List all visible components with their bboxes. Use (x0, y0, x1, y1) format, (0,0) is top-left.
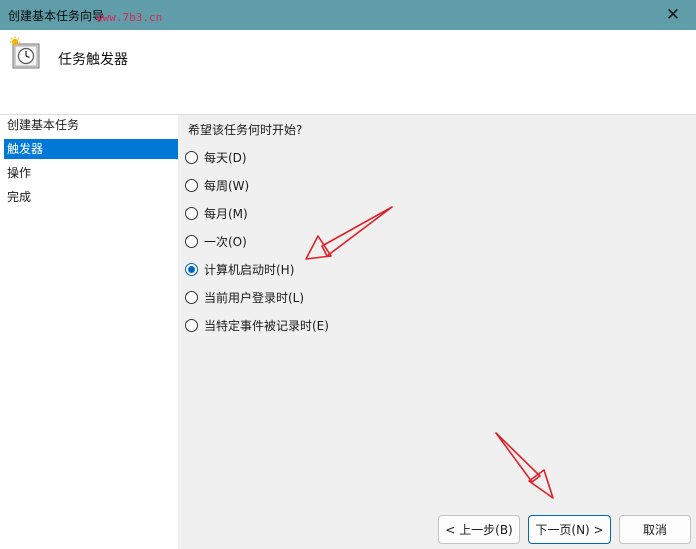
title-bar: 创建基本任务向导 www.7b3.cn ✕ (0, 0, 696, 30)
radio-button[interactable] (185, 178, 198, 192)
trigger-option[interactable]: 当前用户登录时(L) (185, 288, 304, 306)
option-label: 计算机启动时(H) (204, 262, 295, 277)
option-label: 一次(O) (204, 234, 247, 249)
close-button[interactable]: ✕ (650, 0, 696, 30)
trigger-option[interactable]: 一次(O) (185, 232, 247, 250)
trigger-option[interactable]: 每天(D) (185, 148, 247, 166)
radio-button[interactable] (185, 290, 198, 304)
annotation-arrow-option (305, 206, 393, 260)
trigger-question: 希望该任务何时开始? (188, 123, 303, 137)
cancel-button[interactable]: 取消 (619, 515, 691, 544)
clock-icon (9, 36, 40, 69)
step-item: 创建基本任务 (7, 118, 80, 132)
step-item: 操作 (7, 166, 32, 180)
trigger-option[interactable]: 当特定事件被记录时(E) (185, 316, 329, 334)
option-label: 每月(M) (204, 206, 248, 221)
step-item: 触发器 (4, 139, 178, 159)
window-title: 创建基本任务向导 (8, 9, 105, 23)
annotation-arrow-next (495, 432, 554, 499)
radio-button[interactable] (185, 206, 198, 220)
radio-button[interactable] (185, 234, 198, 248)
radio-button[interactable] (185, 318, 198, 332)
trigger-option[interactable]: 每周(W) (185, 176, 249, 194)
watermark-text: www.7b3.cn (96, 11, 163, 24)
trigger-option[interactable]: 计算机启动时(H) (185, 260, 294, 278)
wizard-header: 任务触发器 (0, 30, 696, 115)
step-item: 完成 (7, 190, 32, 204)
option-label: 每周(W) (204, 178, 250, 193)
option-label: 当特定事件被记录时(E) (204, 318, 329, 333)
back-button[interactable]: < 上一步(B) (438, 515, 520, 544)
trigger-option[interactable]: 每月(M) (185, 204, 248, 222)
option-label: 每天(D) (204, 150, 247, 165)
next-button[interactable]: 下一页(N) > (528, 515, 611, 544)
close-icon: ✕ (665, 5, 681, 25)
radio-button[interactable] (185, 262, 198, 276)
radio-button[interactable] (185, 150, 198, 164)
page-title: 任务触发器 (58, 52, 128, 68)
option-label: 当前用户登录时(L) (204, 290, 305, 305)
